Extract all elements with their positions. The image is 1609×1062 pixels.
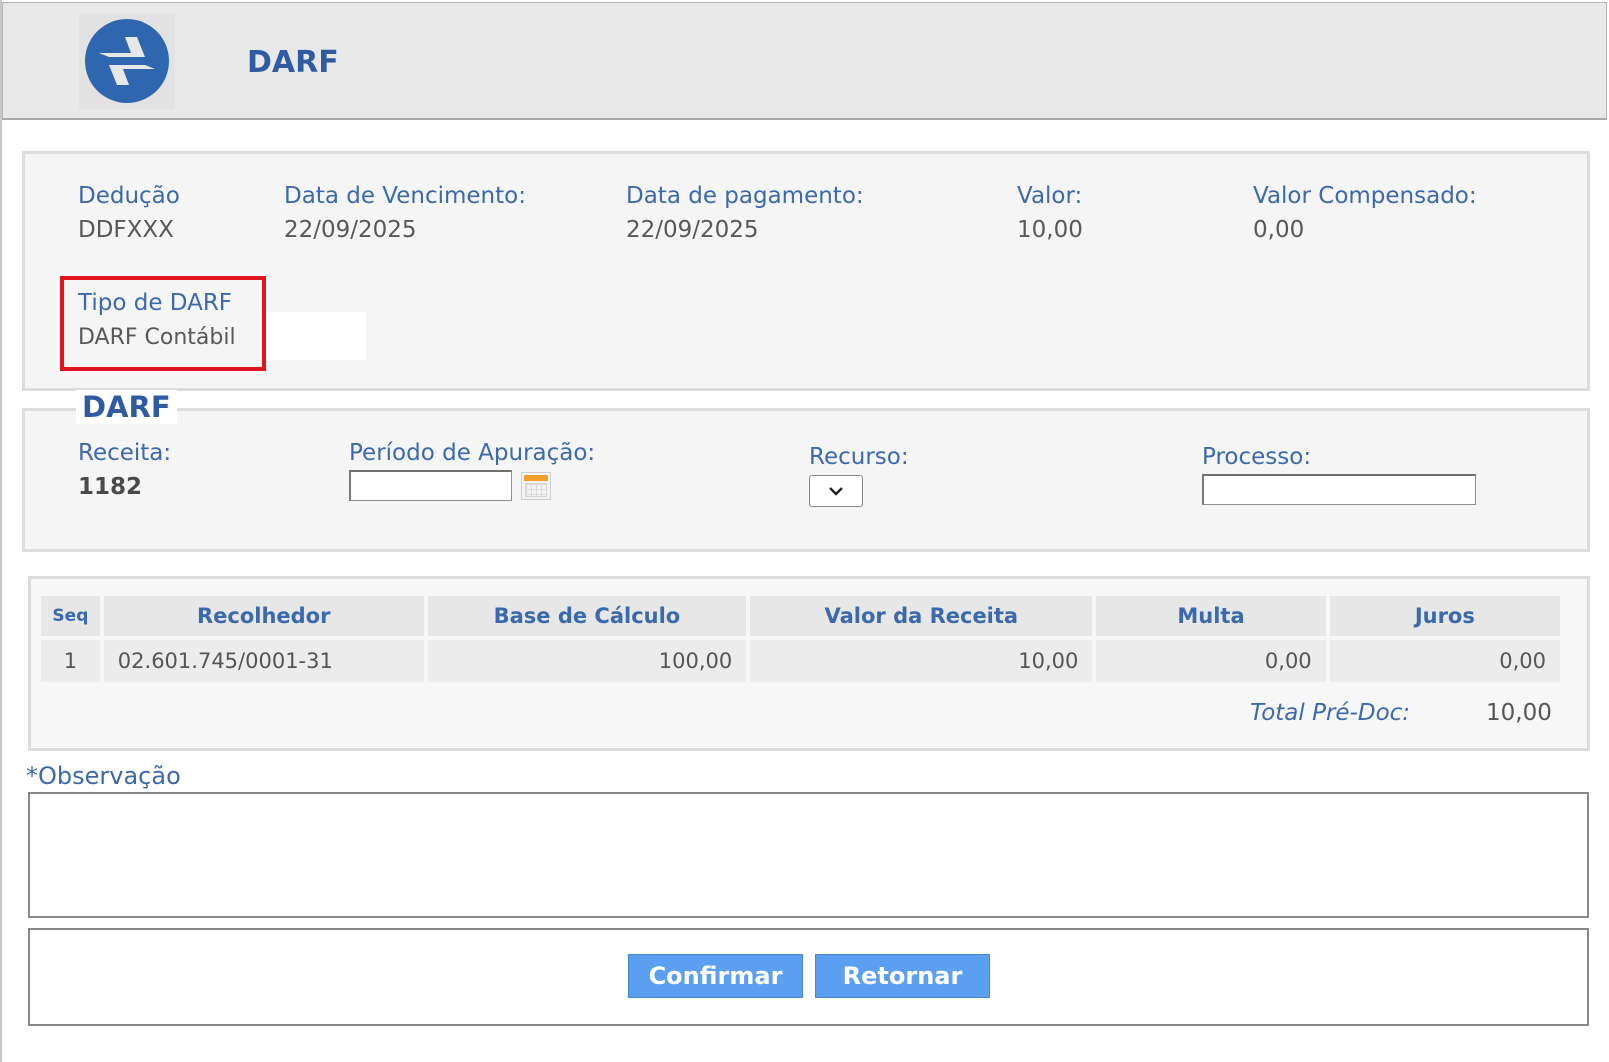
column-header-recolhedor: Recolhedor	[103, 596, 424, 636]
action-buttons-panel	[28, 928, 1589, 1026]
pagamento-label: Data de pagamento:	[626, 183, 864, 209]
column-header-valor: Valor da Receita	[750, 596, 1093, 636]
back-button[interactable]: Retornar	[815, 954, 990, 998]
page-title: DARF	[247, 45, 339, 80]
table-header-row: Seq Recolhedor Base de Cálculo Valor da …	[41, 596, 1560, 636]
calendar-icon-header	[524, 475, 548, 481]
app-header: DARF	[2, 2, 1607, 120]
calendar-icon[interactable]	[521, 472, 551, 500]
receita-label: Receita:	[78, 440, 172, 466]
confirm-button[interactable]: Confirmar	[628, 954, 803, 998]
total-pre-doc-label: Total Pré-Doc:	[1250, 700, 1411, 726]
valor-label: Valor:	[1017, 183, 1083, 209]
vencimento-label: Data de Vencimento:	[284, 183, 526, 209]
recurso-select[interactable]	[809, 475, 863, 507]
cell-recolhedor: 02.601.745/0001-31	[103, 640, 424, 682]
total-pre-doc-value: 10,00	[1486, 700, 1552, 726]
cell-seq: 1	[41, 640, 100, 682]
column-header-seq: Seq	[41, 596, 100, 636]
page-left-edge	[0, 0, 2, 1062]
deducao-value: DDFXXX	[78, 217, 174, 243]
recurso-label: Recurso:	[809, 444, 909, 470]
cell-multa: 0,00	[1096, 640, 1326, 682]
tipo-darf-backdrop	[266, 312, 366, 360]
serpro-logo-icon	[79, 13, 175, 109]
column-header-base: Base de Cálculo	[427, 596, 747, 636]
column-header-juros: Juros	[1329, 596, 1560, 636]
chevron-down-icon	[829, 487, 843, 496]
deducao-label: Dedução	[78, 183, 180, 209]
table-row[interactable]: 1 02.601.745/0001-31 100,00 10,00 0,00 0…	[41, 640, 1560, 682]
cell-base: 100,00	[427, 640, 747, 682]
column-header-multa: Multa	[1096, 596, 1326, 636]
calendar-icon-grid	[525, 483, 547, 497]
periodo-apuracao-input[interactable]	[349, 470, 512, 501]
observacao-textarea[interactable]	[28, 792, 1589, 918]
compensado-label: Valor Compensado:	[1253, 183, 1477, 209]
compensado-value: 0,00	[1253, 217, 1305, 243]
valor-value: 10,00	[1017, 217, 1083, 243]
periodo-label: Período de Apuração:	[349, 440, 596, 466]
pagamento-value: 22/09/2025	[626, 217, 759, 243]
cell-valor: 10,00	[750, 640, 1093, 682]
cell-juros: 0,00	[1329, 640, 1560, 682]
processo-label: Processo:	[1202, 444, 1312, 470]
observacao-label: *Observação	[26, 762, 181, 790]
receita-value: 1182	[78, 474, 143, 500]
processo-input[interactable]	[1202, 474, 1476, 505]
vencimento-value: 22/09/2025	[284, 217, 417, 243]
recolhedores-table: Seq Recolhedor Base de Cálculo Valor da …	[37, 592, 1564, 686]
darf-legend: DARF	[76, 390, 177, 424]
tipo-darf-highlight	[60, 276, 266, 371]
